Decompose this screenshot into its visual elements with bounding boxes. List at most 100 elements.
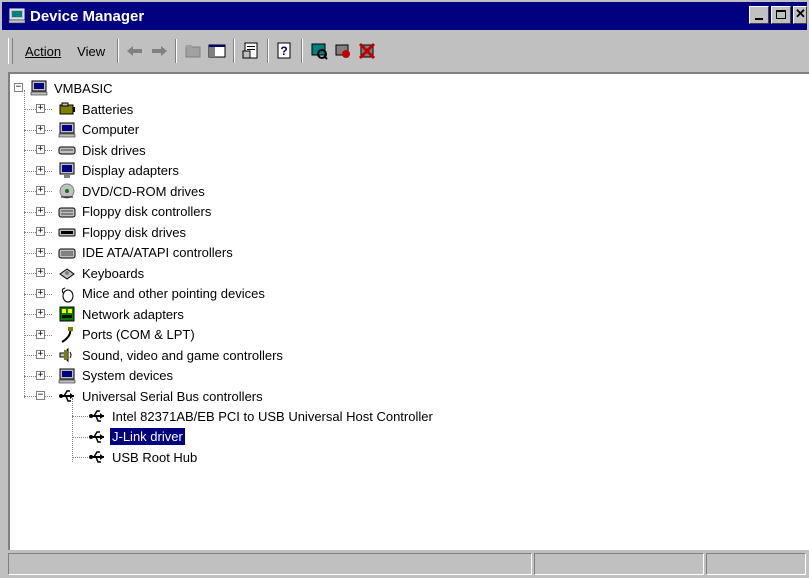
expand-toggle[interactable]: + [36,288,45,298]
tree-guide-line [72,436,88,438]
properties-icon[interactable] [239,39,263,63]
device-manager-window: Device Manager Action View ? [0,0,809,578]
usb-icon [89,430,104,443]
expand-toggle[interactable]: + [36,206,45,216]
status-pane-3 [706,553,806,575]
tree-node-label: Network adapters [82,306,184,322]
expand-toggle[interactable]: + [36,165,45,175]
tree-node-category[interactable]: + Ports (COM & LPT) [14,325,197,345]
tree-node-device[interactable]: USB Root Hub [14,447,199,467]
action-menu-label: Action [25,43,62,59]
expand-toggle[interactable]: + [36,124,45,134]
expand-toggle[interactable]: + [36,309,45,318]
help-icon[interactable]: ? [273,39,297,63]
view-menu-label: View [77,43,106,59]
tree-node-device[interactable]: J-Link driver [14,427,186,447]
tree-node-category[interactable]: + Batteries [14,99,135,119]
mouse-icon [61,287,74,302]
display-adapter-icon [59,162,75,178]
minimize-button[interactable] [749,6,769,24]
tree-node-category[interactable]: + Display adapters [14,161,181,181]
tree-node-category[interactable]: − Universal Serial Bus controllers [14,386,265,406]
tree-node-category[interactable]: + Network adapters [14,304,186,324]
tree-node-label: Sound, video and game controllers [82,347,283,363]
computer-icon [58,122,76,137]
expand-toggle[interactable]: + [36,227,45,236]
expand-toggle[interactable]: + [36,104,45,113]
tree-node-label: Ports (COM & LPT) [82,327,195,342]
status-pane-main [8,553,532,575]
back-arrow-icon[interactable] [123,39,147,63]
network-adapter-icon [59,306,75,322]
floppy-controller-icon [58,207,76,217]
tree-node-category[interactable]: + Keyboards [14,263,146,283]
uninstall-icon[interactable] [355,39,379,63]
title-bar[interactable]: Device Manager [2,2,807,30]
tree-guide-line [72,457,88,458]
tree-node-label: Floppy disk controllers [82,204,212,219]
port-icon [61,326,73,343]
tree-guide-line [72,416,88,417]
toolbar-separator [117,39,120,63]
status-bar [8,553,809,578]
floppy-drive-icon [58,228,76,237]
tree-node-label: Floppy disk drives [82,224,187,240]
tree-node-label: Keyboards [82,265,145,281]
tree-node-category[interactable]: + Sound, video and game controllers [14,345,285,365]
tree-node-label: Disk drives [82,142,146,158]
tree-node-device[interactable]: Intel 82371AB/EB PCI to USB Universal Ho… [14,406,435,426]
tree-node-category[interactable]: + Computer [14,120,141,140]
usb-icon [89,410,104,422]
tree-node-label: Batteries [82,101,134,117]
toolbar-separator [267,39,270,63]
expand-toggle[interactable]: + [36,329,45,339]
expand-toggle[interactable]: + [36,370,45,380]
device-manager-app-icon [8,8,26,24]
tree-node-label-selected: J-Link driver [109,427,186,446]
toolbar-separator [233,39,236,63]
system-devices-icon [58,368,76,383]
tree-node-category[interactable]: + Floppy disk drives [14,222,188,242]
keyboard-icon [59,268,75,280]
show-hide-tree-icon[interactable] [205,39,229,63]
status-pane-2 [534,553,704,575]
maximize-button[interactable] [771,6,791,24]
tree-node-label: Display adapters [82,163,179,178]
scan-hardware-icon[interactable] [307,39,331,63]
expand-toggle[interactable]: + [36,247,45,257]
expand-toggle[interactable]: + [36,350,45,359]
tree-node-root[interactable]: − VMBASIC [14,78,115,98]
view-menu[interactable]: View [69,42,113,61]
toolbar: Action View ? [2,34,807,68]
tree-node-category[interactable]: + Mice and other pointing devices [14,284,267,304]
update-driver-icon[interactable] [331,39,355,63]
tree-node-label: DVD/CD-ROM drives [82,183,205,199]
expand-toggle[interactable]: + [36,145,45,154]
tree-node-category[interactable]: + DVD/CD-ROM drives [14,181,207,201]
toolbar-separator [301,39,304,63]
disk-drive-icon [58,146,76,155]
computer-icon [30,80,48,96]
up-folder-icon[interactable] [181,39,205,63]
tree-node-label: Intel 82371AB/EB PCI to USB Universal Ho… [112,408,433,424]
expand-toggle[interactable]: + [36,186,45,195]
tree-node-category[interactable]: + IDE ATA/ATAPI controllers [14,243,235,263]
close-button[interactable] [793,6,807,24]
usb-icon [59,390,74,402]
toolbar-grip[interactable] [8,38,13,64]
usb-icon [89,451,104,463]
device-tree[interactable]: − VMBASIC + Batteries + Computer + Disk drive… [8,72,809,550]
toolbar-separator [175,39,178,63]
ide-controller-icon [58,248,76,258]
tree-node-label: Mice and other pointing devices [82,286,265,301]
tree-node-category[interactable]: + Floppy disk controllers [14,202,213,222]
expand-toggle[interactable]: + [36,268,45,277]
tree-node-category[interactable]: + Disk drives [14,140,148,160]
tree-node-category[interactable]: + System devices [14,366,175,386]
dvd-drive-icon [59,183,75,199]
action-menu[interactable]: Action [17,42,69,61]
collapse-toggle[interactable]: − [14,83,23,92]
forward-arrow-icon[interactable] [147,39,171,63]
window-title: Device Manager [30,7,145,25]
collapse-toggle[interactable]: − [36,391,45,400]
